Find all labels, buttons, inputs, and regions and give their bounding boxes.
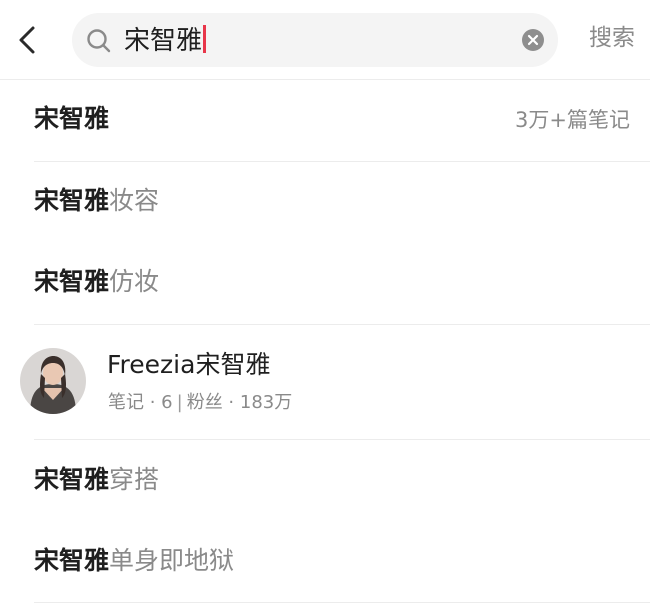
suggestion-text: 宋智雅妆容: [34, 186, 160, 215]
search-query[interactable]: 宋智雅: [124, 25, 207, 56]
note-count: 3万+篇笔记: [515, 108, 630, 132]
search-input[interactable]: 宋智雅: [72, 13, 558, 67]
user-stats: 笔记 · 6 | 粉丝 · 183万: [108, 392, 293, 413]
text-caret: [203, 25, 207, 53]
back-icon[interactable]: [12, 20, 46, 60]
row-divider: [34, 602, 650, 603]
suggestion-item[interactable]: 宋智雅穿搭: [0, 441, 650, 519]
clear-icon[interactable]: [522, 29, 544, 51]
suggestion-item[interactable]: 宋智雅仿妆: [0, 244, 650, 322]
suggestion-text: 宋智雅仿妆: [34, 267, 160, 296]
suggestion-item[interactable]: 宋智雅单身即地狱: [0, 522, 650, 600]
row-divider: [34, 161, 650, 162]
avatar[interactable]: [20, 348, 86, 414]
user-name[interactable]: Freezia宋智雅: [107, 350, 270, 380]
suggestion-text: 宋智雅: [34, 104, 110, 133]
user-result[interactable]: [0, 326, 650, 438]
suggestion-item[interactable]: 宋智雅妆容: [0, 163, 650, 241]
row-divider: [34, 324, 650, 325]
search-icon: [86, 28, 112, 54]
row-divider: [34, 439, 650, 440]
suggestion-text: 宋智雅单身即地狱: [34, 546, 235, 575]
header-divider: [0, 79, 650, 80]
search-button[interactable]: 搜索: [589, 24, 635, 52]
suggestion-text: 宋智雅穿搭: [34, 465, 160, 494]
search-header: 宋智雅 搜索: [0, 0, 650, 78]
